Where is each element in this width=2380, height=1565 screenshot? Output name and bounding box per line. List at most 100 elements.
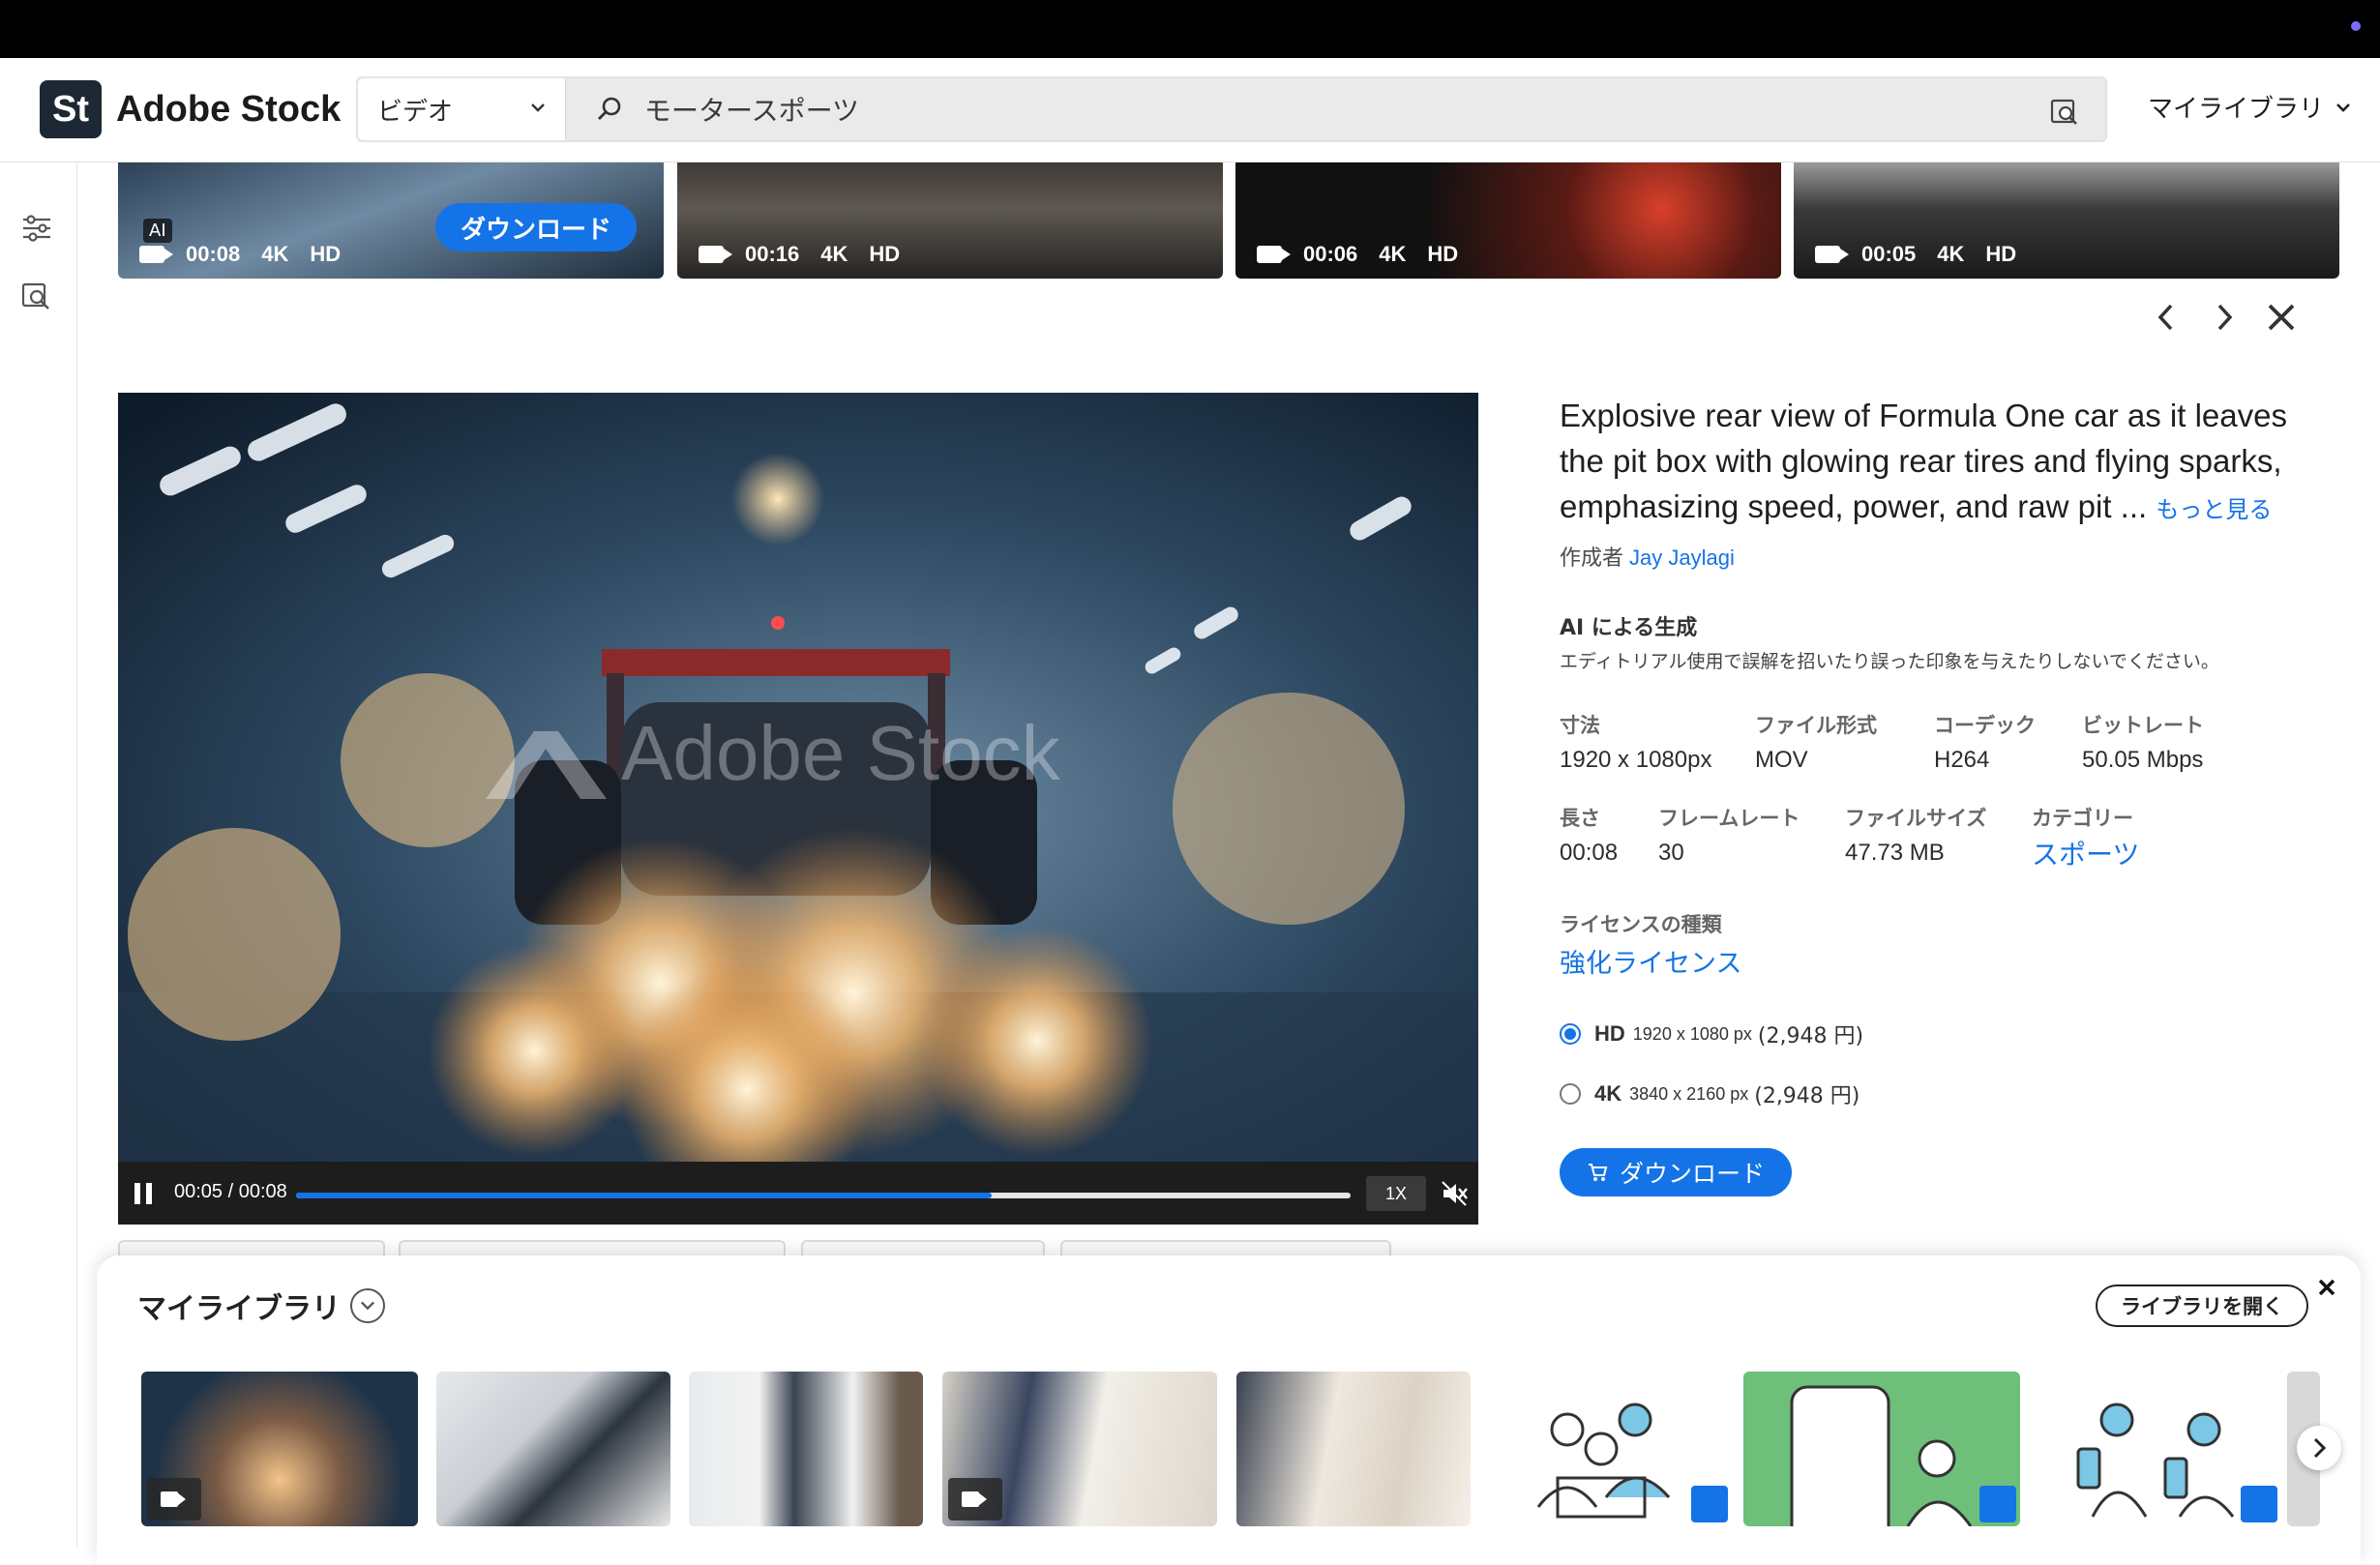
result-thumbnail[interactable]: AI ダウンロード 00:08 4K HD: [118, 162, 664, 279]
4k-badge: 4K: [1379, 242, 1407, 266]
svg-text:Adobe Stock: Adobe Stock: [621, 710, 1061, 796]
ai-generated-heading: AI による生成: [1560, 616, 1698, 640]
chevron-down-icon: [2336, 103, 2350, 112]
previous-icon[interactable]: [2150, 300, 2185, 335]
4k-badge: 4K: [1937, 242, 1965, 266]
asset-type-label: ビデオ: [377, 97, 454, 127]
open-library-button[interactable]: ライブラリを開く: [2096, 1284, 2308, 1327]
player-controls: 00:05 / 00:08 1X: [118, 1162, 1478, 1225]
thumbnail-download-button[interactable]: ダウンロード: [434, 203, 637, 251]
result-thumbnail[interactable]: 00:16 4K HD: [677, 162, 1223, 279]
library-item[interactable]: [2039, 1372, 2281, 1526]
author-line: 作成者 Jay Jaylagi: [1560, 541, 2334, 572]
download-label: ダウンロード: [1620, 1161, 1766, 1188]
filters-icon[interactable]: [19, 211, 54, 246]
library-item[interactable]: [1490, 1372, 1732, 1526]
spec-label: コーデック: [1934, 714, 2036, 737]
spec-bitrate: ビットレート 50.05 Mbps: [2082, 710, 2204, 774]
spec-value: H264: [1934, 747, 1990, 773]
duration: 00:16: [745, 242, 800, 266]
duration: 00:05: [1861, 242, 1917, 266]
spec-filesize: ファイルサイズ 47.73 MB: [1845, 803, 1993, 872]
cart-icon: [1589, 1164, 1608, 1181]
pause-icon[interactable]: [132, 1181, 155, 1206]
hd-badge: HD: [869, 242, 901, 266]
resolution-price: (2,948 円): [1757, 1024, 1864, 1048]
spec-label: 寸法: [1560, 714, 1600, 737]
visual-search-icon[interactable]: [2049, 96, 2080, 127]
radio-unselected[interactable]: [1560, 1083, 1581, 1105]
hd-badge: HD: [310, 242, 342, 266]
spec-framerate: フレームレート 30: [1658, 803, 1806, 872]
video-camera-icon: [948, 1478, 1002, 1521]
playback-speed-button[interactable]: 1X: [1366, 1176, 1426, 1211]
result-thumbnail[interactable]: 00:06 4K HD: [1235, 162, 1781, 279]
library-item[interactable]: [689, 1372, 923, 1526]
show-more-link[interactable]: もっと見る: [2156, 496, 2272, 523]
next-icon[interactable]: [2206, 300, 2241, 335]
spec-category: カテゴリー スポーツ: [2032, 803, 2139, 872]
license-link[interactable]: 強化ライセンス: [1560, 942, 2334, 980]
spec-duration: 長さ 00:08: [1560, 803, 1620, 872]
asset-details: Explosive rear view of Formula One car a…: [1560, 393, 2334, 1196]
thumbnail-meta: 00:16 4K HD: [699, 242, 900, 267]
close-icon[interactable]: [2310, 1271, 2343, 1304]
library-item[interactable]: [141, 1372, 418, 1526]
author-link[interactable]: Jay Jaylagi: [1629, 546, 1735, 570]
checkmark-icon: [1691, 1486, 1728, 1522]
close-icon[interactable]: [2264, 300, 2299, 335]
video-frame: Adobe Stock: [118, 393, 1478, 1162]
spec-format: ファイル形式 MOV: [1755, 710, 1895, 774]
license-label: ライセンスの種類: [1560, 913, 1722, 936]
site-header: St Adobe Stock ビデオ マイライブラリ: [0, 58, 2380, 162]
resolution-size: 1920 x 1080 px: [1632, 1023, 1752, 1044]
download-button[interactable]: ダウンロード: [1560, 1148, 1793, 1196]
video-player[interactable]: Adobe Stock 00:05 / 00:08 1X: [118, 393, 1478, 1225]
search-input[interactable]: [644, 88, 1979, 131]
search-icon: [598, 97, 621, 120]
left-rail: [0, 162, 77, 1548]
asset-title: Explosive rear view of Formula One car a…: [1560, 393, 2334, 533]
resolution-option-4k[interactable]: 4K 3840 x 2160 px (2,948 円): [1560, 1078, 2334, 1109]
checkmark-icon: [1979, 1486, 2016, 1522]
system-top-bar: [0, 0, 2380, 58]
spec-dimensions: 寸法 1920 x 1080px: [1560, 710, 1716, 774]
status-dot: [2351, 21, 2361, 31]
resolution-option-hd[interactable]: HD 1920 x 1080 px (2,948 円): [1560, 1019, 2334, 1049]
thumbnail-meta: 00:06 4K HD: [1257, 242, 1458, 267]
result-thumbnail[interactable]: 00:05 4K HD: [1794, 162, 2339, 279]
library-item[interactable]: [1236, 1372, 1471, 1526]
adobe-stock-logo[interactable]: St Adobe Stock: [40, 80, 341, 138]
spec-value: 30: [1658, 840, 1684, 866]
spec-value: 47.73 MB: [1845, 840, 1945, 866]
chevron-right-icon[interactable]: [2297, 1426, 2341, 1470]
playback-time: 00:05 / 00:08: [174, 1181, 287, 1202]
progress-bar[interactable]: [296, 1193, 1351, 1198]
library-item[interactable]: [1743, 1372, 2020, 1526]
video-camera-icon: [1815, 246, 1849, 263]
4k-badge: 4K: [261, 242, 289, 266]
spec-row: 長さ 00:08 フレームレート 30 ファイルサイズ 47.73 MB カテゴリース…: [1560, 803, 2334, 872]
hd-badge: HD: [1427, 242, 1459, 266]
my-library-label: マイライブラリ: [2148, 95, 2325, 124]
spec-value: MOV: [1755, 747, 1808, 773]
radio-selected[interactable]: [1560, 1023, 1581, 1045]
visual-search-icon[interactable]: [19, 279, 54, 313]
library-item[interactable]: [942, 1372, 1217, 1526]
spec-value: 00:08: [1560, 840, 1619, 866]
my-library-menu[interactable]: マイライブラリ: [2148, 89, 2353, 125]
video-camera-icon: [699, 246, 732, 263]
duration: 00:06: [1303, 242, 1358, 266]
spec-label: ファイル形式: [1755, 714, 1877, 737]
chevron-down-icon[interactable]: [350, 1288, 385, 1323]
resolution-size: 3840 x 2160 px: [1629, 1083, 1749, 1104]
muted-volume-icon[interactable]: [1440, 1179, 1469, 1208]
category-link[interactable]: スポーツ: [2032, 834, 2139, 872]
4k-badge: 4K: [820, 242, 848, 266]
library-item[interactable]: [436, 1372, 670, 1526]
my-library-panel: マイライブラリ ライブラリを開く: [97, 1255, 2361, 1565]
asset-type-dropdown[interactable]: ビデオ: [358, 78, 566, 140]
video-camera-icon: [139, 246, 173, 263]
chevron-down-icon: [531, 103, 545, 112]
author-label: 作成者: [1560, 546, 1624, 571]
